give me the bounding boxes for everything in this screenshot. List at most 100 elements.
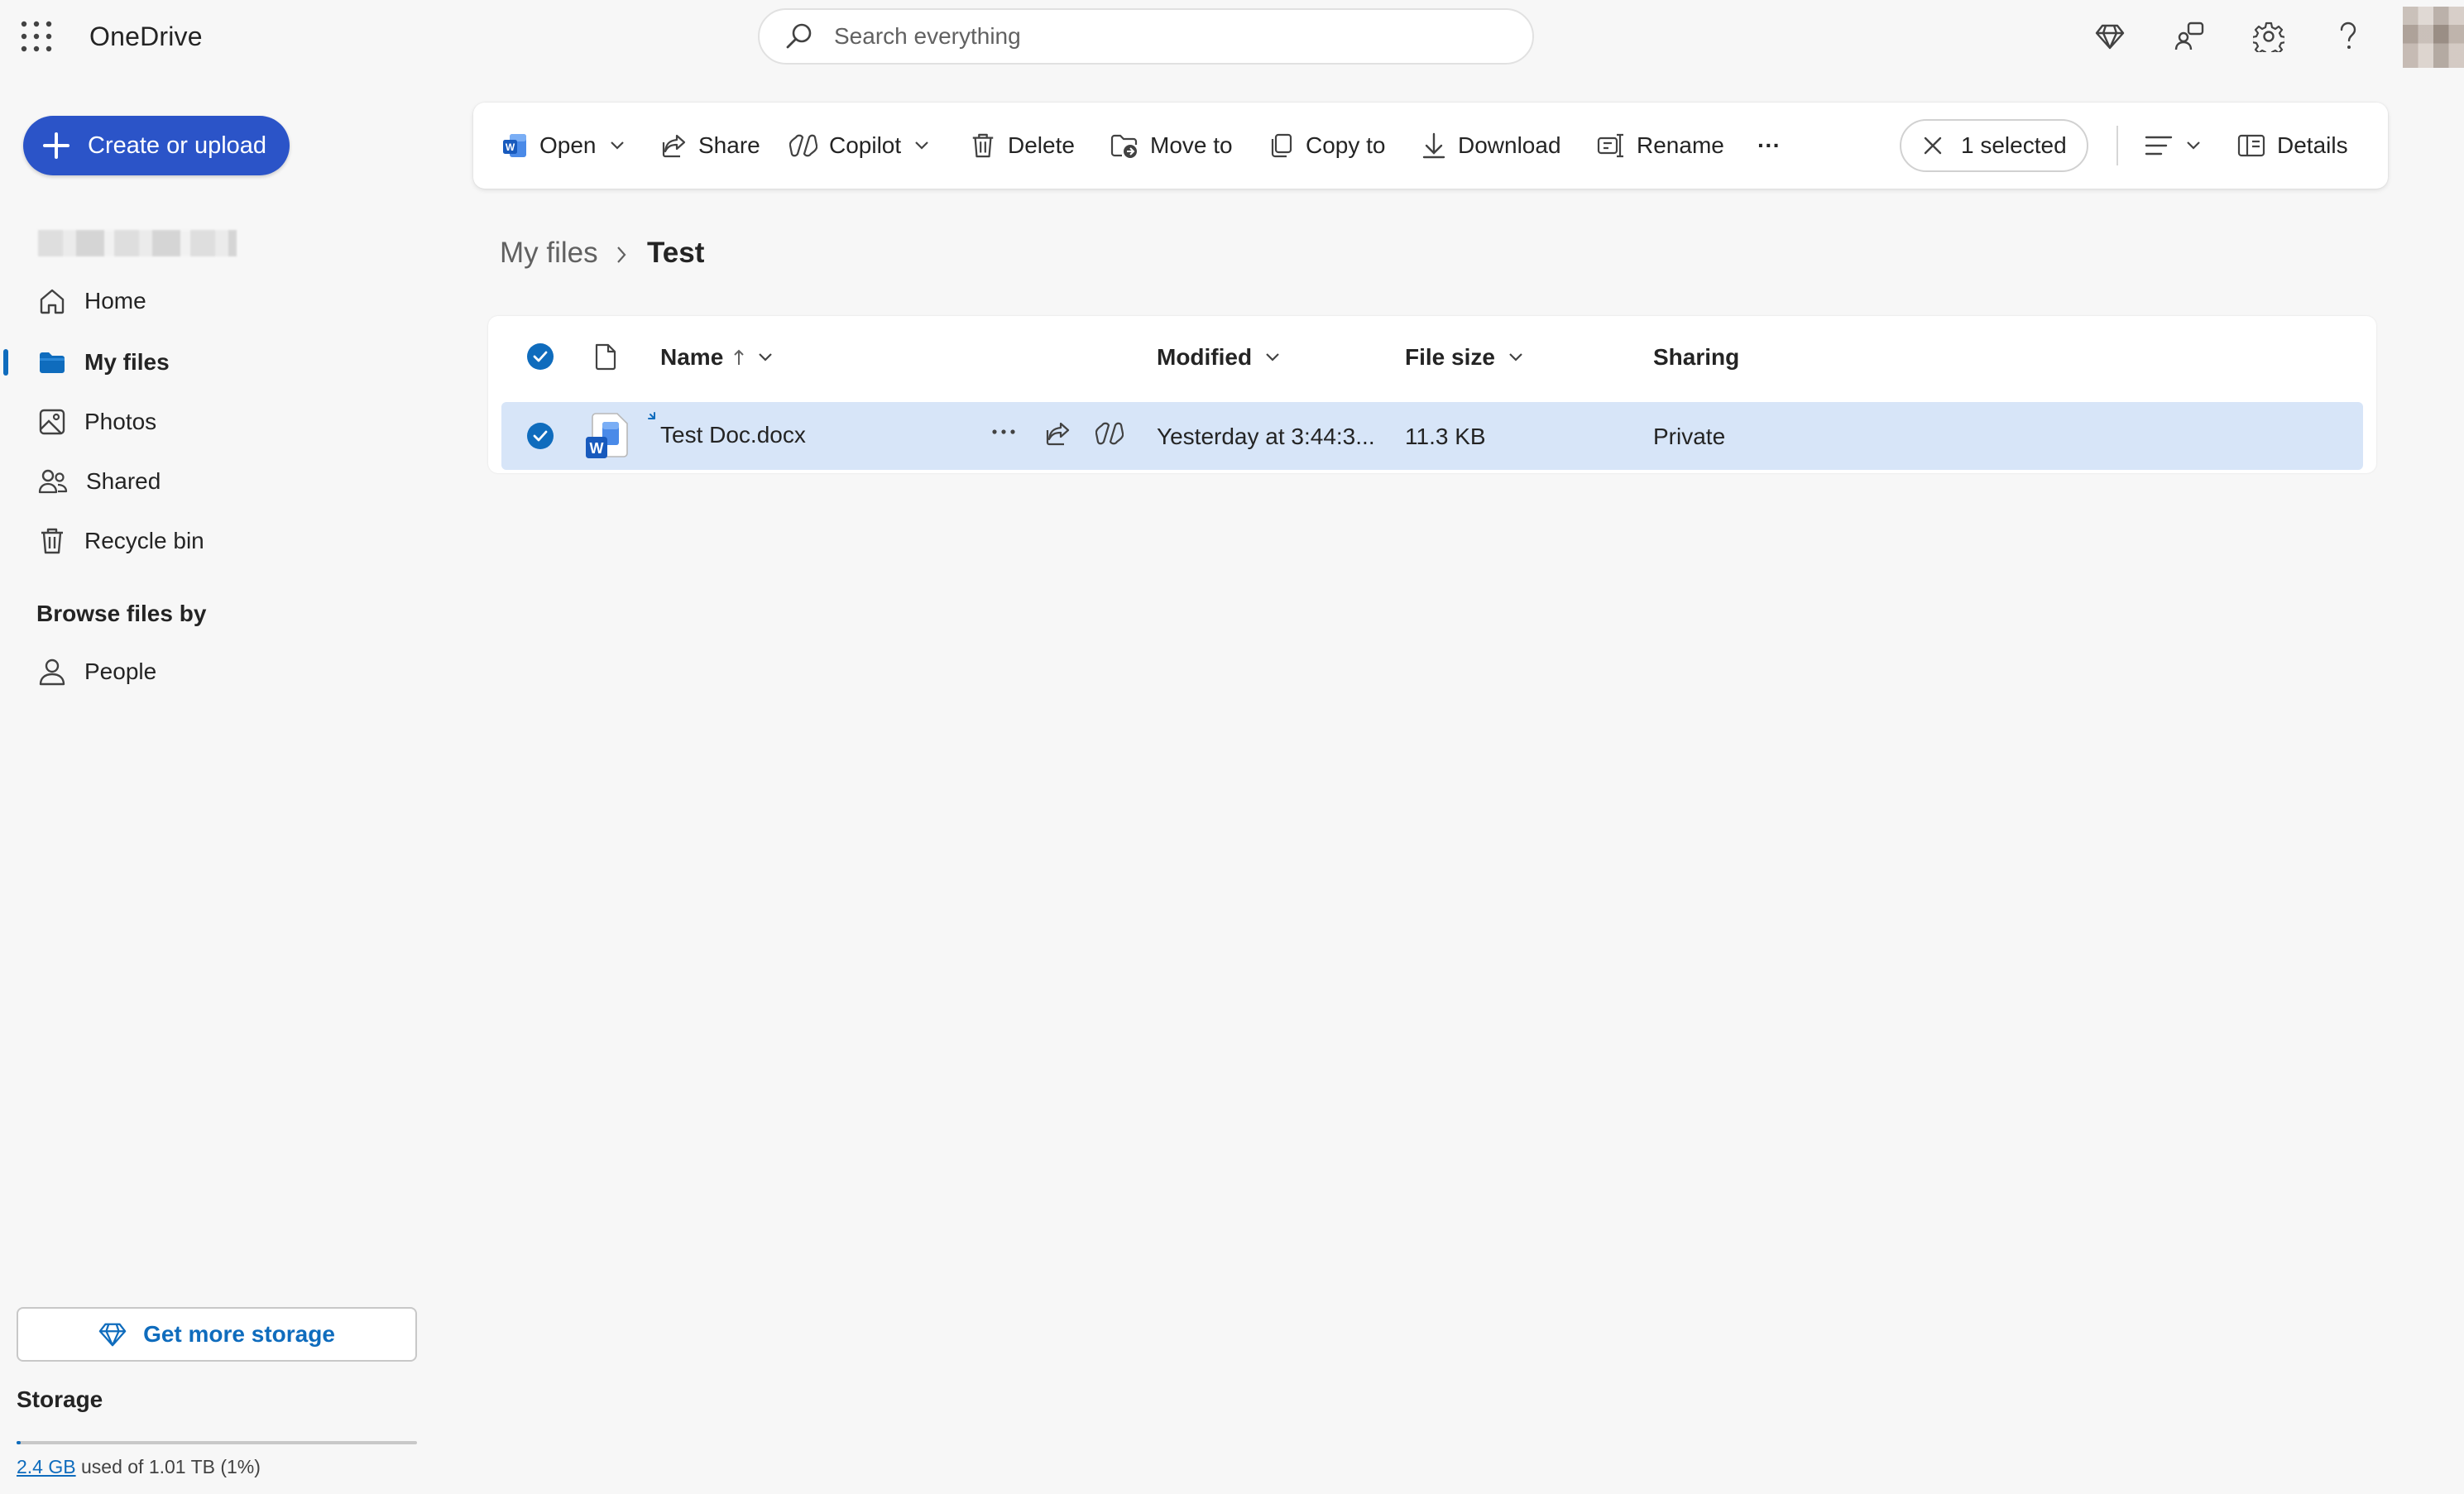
word-document-icon: W	[584, 412, 630, 460]
diamond-icon	[98, 1320, 127, 1348]
move-to-button[interactable]: Move to	[1110, 103, 1233, 189]
shared-people-icon	[38, 467, 68, 496]
sidebar-item-shared[interactable]: Shared	[0, 457, 447, 506]
chevron-down-icon	[2186, 141, 2201, 151]
settings-gear-icon[interactable]	[2249, 17, 2289, 56]
premium-diamond-icon[interactable]	[2090, 17, 2130, 56]
sidebar-item-label: My files	[84, 349, 170, 375]
sidebar-item-people[interactable]: People	[0, 647, 447, 697]
chevron-down-icon	[1265, 352, 1280, 362]
storage-progress-bar	[17, 1441, 417, 1444]
person-icon	[38, 658, 66, 686]
search-box[interactable]: Search everything	[758, 8, 1534, 65]
close-icon	[1923, 136, 1943, 156]
photos-icon	[38, 408, 66, 436]
plus-icon	[41, 131, 71, 160]
storage-used-label: used of 1.01 TB (1%)	[81, 1456, 261, 1477]
sidebar-item-my-files[interactable]: My files	[0, 338, 447, 387]
file-modified: Yesterday at 3:44:3...	[1157, 424, 1375, 449]
copilot-label: Copilot	[829, 132, 902, 158]
column-name-label: Name	[660, 344, 724, 370]
rename-label: Rename	[1637, 132, 1724, 158]
word-icon: W	[501, 132, 528, 159]
command-divider	[2116, 126, 2118, 165]
selected-count: 1 selected	[1961, 132, 2067, 158]
storage-progress-fill	[17, 1441, 21, 1444]
download-label: Download	[1458, 132, 1561, 158]
storage-usage-text: 2.4 GB used of 1.01 TB (1%)	[17, 1456, 261, 1478]
sidebar-item-photos[interactable]: Photos	[0, 397, 447, 447]
row-copilot-icon[interactable]	[1095, 420, 1124, 447]
column-size-label: File size	[1405, 344, 1495, 370]
open-label: Open	[539, 132, 597, 158]
file-sharing: Private	[1653, 424, 1726, 449]
column-header-name[interactable]: Name	[660, 339, 773, 376]
storage-button-label: Get more storage	[143, 1321, 335, 1347]
sort-ascending-arrow-icon	[733, 348, 745, 366]
sidebar-item-recycle-bin[interactable]: Recycle bin	[0, 516, 447, 566]
column-header-modified[interactable]: Modified	[1157, 339, 1280, 376]
view-options-button[interactable]	[2145, 103, 2201, 189]
copy-icon	[1268, 132, 1294, 159]
file-size: 11.3 KB	[1405, 424, 1486, 449]
column-sharing-label: Sharing	[1653, 344, 1740, 370]
account-name-redacted	[38, 230, 237, 256]
more-ellipsis-icon: ···	[1757, 132, 1781, 158]
more-options-button[interactable]: ···	[1757, 103, 1781, 189]
copy-to-label: Copy to	[1306, 132, 1386, 158]
svg-text:W: W	[506, 141, 515, 153]
move-folder-icon	[1110, 132, 1139, 159]
copilot-button[interactable]: Copilot	[789, 103, 929, 189]
sidebar-item-label: Shared	[86, 468, 161, 494]
user-avatar[interactable]	[2403, 7, 2464, 68]
create-button-label: Create or upload	[88, 132, 267, 159]
select-all-checkbox[interactable]	[526, 342, 554, 371]
file-name[interactable]: Test Doc.docx	[660, 422, 806, 448]
column-header-sharing[interactable]: Sharing	[1653, 339, 1739, 376]
app-launcher-icon[interactable]	[20, 20, 53, 53]
sidebar-item-home[interactable]: Home	[0, 276, 447, 326]
clear-selection-button[interactable]: 1 selected	[1900, 119, 2088, 172]
feedback-icon[interactable]	[2169, 17, 2209, 56]
file-type-icon	[594, 342, 617, 371]
create-or-upload-button[interactable]: Create or upload	[23, 116, 290, 175]
storage-used-link[interactable]: 2.4 GB	[17, 1456, 76, 1477]
row-more-options-icon[interactable]	[991, 429, 1016, 435]
chevron-down-icon	[758, 352, 773, 362]
share-label: Share	[698, 132, 760, 158]
delete-label: Delete	[1008, 132, 1075, 158]
download-icon	[1421, 132, 1446, 160]
share-icon	[660, 132, 687, 159]
rename-button[interactable]: Rename	[1597, 103, 1724, 189]
share-button[interactable]: Share	[660, 103, 760, 189]
column-header-file-size[interactable]: File size	[1405, 339, 1523, 376]
delete-button[interactable]: Delete	[970, 103, 1075, 189]
download-button[interactable]: Download	[1421, 103, 1561, 189]
details-pane-icon	[2237, 133, 2265, 158]
list-view-icon	[2145, 134, 2173, 157]
sidebar-item-label: Home	[84, 288, 146, 314]
details-button[interactable]: Details	[2237, 103, 2348, 189]
folder-icon	[38, 348, 66, 376]
help-question-icon[interactable]	[2328, 17, 2368, 56]
sidebar-item-label: Photos	[84, 409, 157, 434]
copilot-icon	[789, 132, 817, 159]
sidebar-item-label: People	[84, 658, 157, 684]
browse-files-heading: Browse files by	[36, 601, 207, 626]
app-title[interactable]: OneDrive	[89, 22, 203, 52]
sidebar-item-label: Recycle bin	[84, 528, 204, 553]
search-input[interactable]: Search everything	[834, 23, 1021, 50]
storage-title: Storage	[17, 1386, 103, 1412]
search-icon	[784, 22, 814, 51]
move-to-label: Move to	[1150, 132, 1233, 158]
copy-to-button[interactable]: Copy to	[1268, 103, 1386, 189]
svg-text:W: W	[590, 440, 604, 457]
get-more-storage-button[interactable]: Get more storage	[17, 1307, 417, 1362]
breadcrumb-my-files[interactable]: My files	[500, 237, 598, 270]
open-button[interactable]: W Open	[501, 103, 625, 189]
chevron-down-icon	[914, 141, 929, 151]
row-checkbox[interactable]	[526, 422, 554, 450]
row-share-icon[interactable]	[1044, 420, 1071, 447]
recycle-bin-icon	[38, 527, 66, 555]
rename-icon	[1597, 132, 1625, 159]
